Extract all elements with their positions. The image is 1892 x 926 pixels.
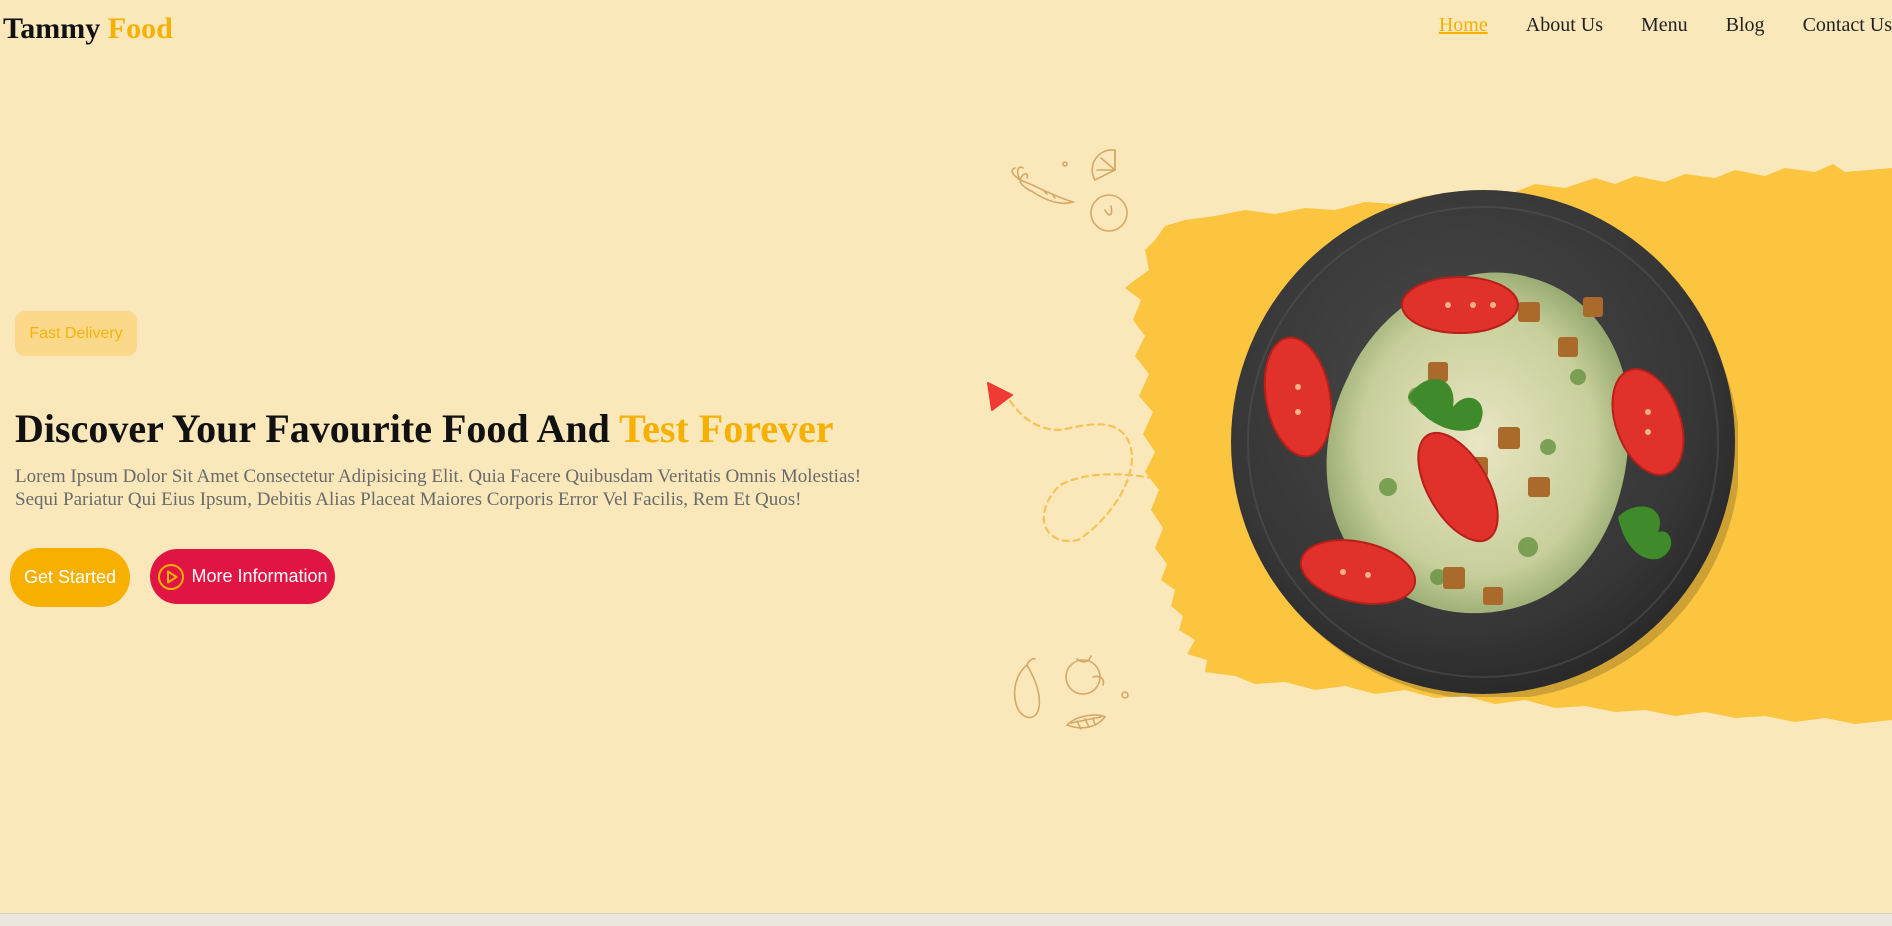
hero-headline: Discover Your Favourite Food And Test Fo… <box>15 405 833 452</box>
brand-logo[interactable]: Tammy Food <box>3 12 173 46</box>
nav-link-blog[interactable]: Blog <box>1726 14 1765 37</box>
salad-plate-image <box>1231 190 1738 697</box>
navbar: Tammy Food Home About Us Menu Blog Conta… <box>0 0 1892 64</box>
more-information-button[interactable]: More Information <box>150 549 335 604</box>
play-circle-icon <box>157 563 185 591</box>
nav-link-menu[interactable]: Menu <box>1641 14 1688 37</box>
nav-link-about-us[interactable]: About Us <box>1526 14 1603 37</box>
brand-name-part2: Food <box>107 12 173 45</box>
brand-name-part1: Tammy <box>3 12 101 45</box>
hero-headline-accent: Test Forever <box>619 406 834 451</box>
hero-description-line1: Lorem Ipsum Dolor Sit Amet Consectetur A… <box>15 466 862 487</box>
hero-description-line2: Sequi Pariatur Qui Eius Ipsum, Debitis A… <box>15 489 802 510</box>
fruit-doodle-icon <box>1013 655 1129 730</box>
nav-menu: Home About Us Menu Blog Contact Us <box>1439 14 1892 37</box>
fast-delivery-badge: Fast Delivery <box>15 311 137 356</box>
nav-link-contact-us[interactable]: Contact Us <box>1803 14 1892 37</box>
nav-link-home[interactable]: Home <box>1439 14 1488 37</box>
vegetable-doodle-icon <box>1011 149 1128 232</box>
more-information-label: More Information <box>191 566 328 586</box>
hero-description: Lorem Ipsum Dolor Sit Amet Consectetur A… <box>15 465 1015 511</box>
window-bottom-edge <box>0 913 1892 926</box>
hero-headline-main: Discover Your Favourite Food And <box>15 406 610 451</box>
get-started-button[interactable]: Get Started <box>10 548 130 607</box>
